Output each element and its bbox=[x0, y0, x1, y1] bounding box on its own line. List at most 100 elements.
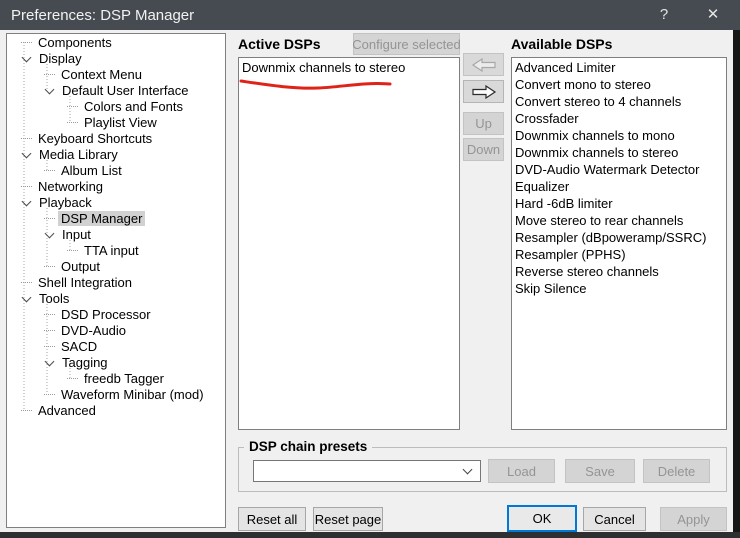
tree-item-dvd-audio[interactable]: DVD-Audio bbox=[7, 322, 225, 338]
move-down-button[interactable]: Down bbox=[463, 138, 504, 161]
tree-item-waveform-minibar-mod[interactable]: Waveform Minibar (mod) bbox=[7, 386, 225, 402]
tree-item-label: TTA input bbox=[81, 243, 142, 258]
tree-item-label: Playback bbox=[36, 195, 95, 210]
list-item[interactable]: Crossfader bbox=[512, 110, 726, 127]
tree-leaf-connector bbox=[44, 170, 55, 171]
chevron-expanded-icon[interactable] bbox=[45, 228, 55, 238]
tree-item-output[interactable]: Output bbox=[7, 258, 225, 274]
move-to-available-button[interactable] bbox=[463, 80, 504, 103]
available-dsps-heading: Available DSPs bbox=[511, 36, 612, 52]
tree-item-label: Default User Interface bbox=[59, 83, 191, 98]
left-arrow-icon bbox=[471, 58, 497, 72]
tree-item-tools[interactable]: Tools bbox=[7, 290, 225, 306]
tree-leaf-connector bbox=[67, 250, 78, 251]
tree-item-default-user-interface[interactable]: Default User Interface bbox=[7, 82, 225, 98]
tree-item-label: Context Menu bbox=[58, 67, 145, 82]
tree-item-label: Networking bbox=[35, 179, 106, 194]
reset-all-button[interactable]: Reset all bbox=[238, 507, 306, 531]
tree-leaf-connector bbox=[21, 282, 32, 283]
tree-item-playback[interactable]: Playback bbox=[7, 194, 225, 210]
tree-item-tta-input[interactable]: TTA input bbox=[7, 242, 225, 258]
chevron-expanded-icon[interactable] bbox=[22, 148, 32, 158]
tree-leaf-connector bbox=[21, 42, 32, 43]
list-item[interactable]: Convert mono to stereo bbox=[512, 76, 726, 93]
chevron-expanded-icon[interactable] bbox=[45, 84, 55, 94]
tree-leaf-connector bbox=[67, 378, 78, 379]
tree-leaf-connector bbox=[44, 218, 55, 219]
tree-leaf-connector bbox=[21, 186, 32, 187]
chevron-expanded-icon[interactable] bbox=[45, 356, 55, 366]
presets-group-heading: DSP chain presets bbox=[244, 439, 372, 454]
list-item[interactable]: Downmix channels to stereo bbox=[239, 59, 459, 76]
list-item[interactable]: Hard -6dB limiter bbox=[512, 195, 726, 212]
save-button[interactable]: Save bbox=[565, 459, 635, 483]
list-item[interactable]: Skip Silence bbox=[512, 280, 726, 297]
chevron-expanded-icon[interactable] bbox=[22, 196, 32, 206]
tree-leaf-connector bbox=[44, 394, 55, 395]
move-up-button[interactable]: Up bbox=[463, 112, 504, 135]
active-dsps-list[interactable]: Downmix channels to stereo bbox=[238, 57, 460, 430]
help-icon[interactable]: ? bbox=[642, 0, 686, 30]
close-icon[interactable]: ✕ bbox=[686, 0, 740, 30]
tree-item-keyboard-shortcuts[interactable]: Keyboard Shortcuts bbox=[7, 130, 225, 146]
list-item[interactable]: Resampler (PPHS) bbox=[512, 246, 726, 263]
tree-item-album-list[interactable]: Album List bbox=[7, 162, 225, 178]
tree-item-dsd-processor[interactable]: DSD Processor bbox=[7, 306, 225, 322]
reset-page-button[interactable]: Reset page bbox=[313, 507, 383, 531]
right-arrow-icon bbox=[471, 85, 497, 99]
configure-selected-button[interactable]: Configure selected bbox=[353, 33, 460, 55]
list-item[interactable]: Equalizer bbox=[512, 178, 726, 195]
preset-combobox[interactable] bbox=[253, 460, 481, 482]
list-item[interactable]: Downmix channels to stereo bbox=[512, 144, 726, 161]
tree-item-label: Album List bbox=[58, 163, 125, 178]
list-item[interactable]: Advanced Limiter bbox=[512, 59, 726, 76]
chevron-expanded-icon[interactable] bbox=[22, 52, 32, 62]
window-edge-bottom bbox=[0, 532, 740, 538]
tree-leaf-connector bbox=[21, 410, 32, 411]
tree-item-sacd[interactable]: SACD bbox=[7, 338, 225, 354]
preferences-tree-panel: ComponentsDisplayContext MenuDefault Use… bbox=[6, 33, 226, 528]
tree-item-label: Tools bbox=[36, 291, 72, 306]
active-dsps-heading: Active DSPs bbox=[238, 36, 320, 52]
delete-button[interactable]: Delete bbox=[643, 459, 710, 483]
move-to-active-button[interactable] bbox=[463, 53, 504, 76]
list-item[interactable]: Convert stereo to 4 channels bbox=[512, 93, 726, 110]
list-item[interactable]: Downmix channels to mono bbox=[512, 127, 726, 144]
chevron-expanded-icon[interactable] bbox=[22, 292, 32, 302]
tree-item-label: Components bbox=[35, 35, 115, 50]
tree-item-display[interactable]: Display bbox=[7, 50, 225, 66]
tree-item-label: DSD Processor bbox=[58, 307, 154, 322]
tree-item-dsp-manager[interactable]: DSP Manager bbox=[7, 210, 225, 226]
tree-leaf-connector bbox=[67, 106, 78, 107]
load-button[interactable]: Load bbox=[488, 459, 555, 483]
tree-item-colors-and-fonts[interactable]: Colors and Fonts bbox=[7, 98, 225, 114]
titlebar: Preferences: DSP Manager ? ✕ bbox=[0, 0, 740, 30]
available-dsps-list[interactable]: Advanced LimiterConvert mono to stereoCo… bbox=[511, 57, 727, 430]
tree-item-networking[interactable]: Networking bbox=[7, 178, 225, 194]
tree-leaf-connector bbox=[44, 314, 55, 315]
tree-item-input[interactable]: Input bbox=[7, 226, 225, 242]
tree-item-context-menu[interactable]: Context Menu bbox=[7, 66, 225, 82]
tree-item-freedb-tagger[interactable]: freedb Tagger bbox=[7, 370, 225, 386]
tree-item-shell-integration[interactable]: Shell Integration bbox=[7, 274, 225, 290]
tree-item-components[interactable]: Components bbox=[7, 34, 225, 50]
tree-item-advanced[interactable]: Advanced bbox=[7, 402, 225, 418]
apply-button[interactable]: Apply bbox=[660, 507, 727, 531]
tree-item-tagging[interactable]: Tagging bbox=[7, 354, 225, 370]
tree-item-label: Input bbox=[59, 227, 94, 242]
tree-leaf-connector bbox=[44, 330, 55, 331]
tree-item-media-library[interactable]: Media Library bbox=[7, 146, 225, 162]
tree-item-label: SACD bbox=[58, 339, 100, 354]
list-item[interactable]: Move stereo to rear channels bbox=[512, 212, 726, 229]
list-item[interactable]: Resampler (dBpoweramp/SSRC) bbox=[512, 229, 726, 246]
tree-item-label: Waveform Minibar (mod) bbox=[58, 387, 207, 402]
preferences-tree: ComponentsDisplayContext MenuDefault Use… bbox=[7, 34, 225, 418]
ok-button[interactable]: OK bbox=[507, 505, 577, 532]
tree-item-playlist-view[interactable]: Playlist View bbox=[7, 114, 225, 130]
list-item[interactable]: Reverse stereo channels bbox=[512, 263, 726, 280]
tree-item-label: Tagging bbox=[59, 355, 111, 370]
list-item[interactable]: DVD-Audio Watermark Detector bbox=[512, 161, 726, 178]
cancel-button[interactable]: Cancel bbox=[583, 507, 646, 531]
tree-item-label: freedb Tagger bbox=[81, 371, 167, 386]
tree-item-label: Shell Integration bbox=[35, 275, 135, 290]
